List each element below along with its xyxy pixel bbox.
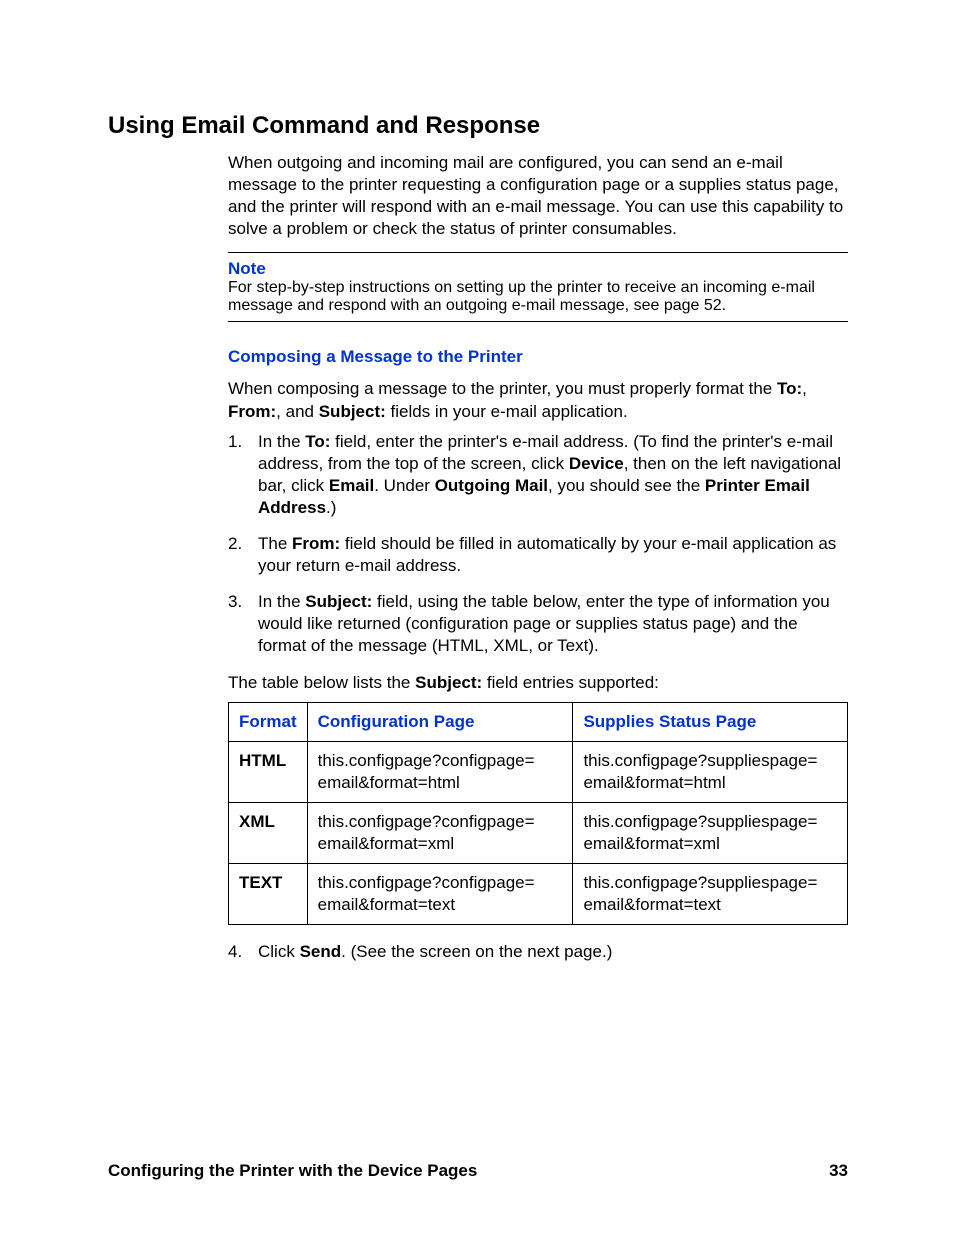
footer-title: Configuring the Printer with the Device … — [108, 1161, 477, 1180]
send-button-label: Send — [300, 942, 342, 961]
to-field: To: — [777, 379, 802, 398]
text: When composing a message to the printer,… — [228, 379, 777, 398]
body-indent: When outgoing and incoming mail are conf… — [228, 152, 848, 963]
text: . Under — [374, 476, 434, 495]
note-text: For step-by-step instructions on setting… — [228, 279, 815, 314]
step-3: In the Subject: field, using the table b… — [228, 591, 848, 657]
text: field entries supported: — [482, 673, 659, 692]
cell-config: this.configpage?​configpage=​email&​form… — [307, 741, 573, 802]
note-label: Note — [228, 259, 848, 279]
subject-table: Format Configuration Page Supplies Statu… — [228, 702, 848, 926]
from-field: From: — [228, 402, 276, 421]
text: Click — [258, 942, 300, 961]
cell-format: HTML — [229, 741, 308, 802]
text: In the — [258, 592, 305, 611]
page-number: 33 — [829, 1161, 848, 1181]
steps-list-cont: Click Send. (See the screen on the next … — [228, 941, 848, 963]
text: , — [802, 379, 807, 398]
content: Using Email Command and Response When ou… — [108, 112, 848, 977]
cell-format: TEXT — [229, 864, 308, 925]
page: Using Email Command and Response When ou… — [0, 0, 954, 1235]
text: .) — [326, 498, 336, 517]
step-4: Click Send. (See the screen on the next … — [228, 941, 848, 963]
table-header-row: Format Configuration Page Supplies Statu… — [229, 702, 848, 741]
cell-supplies: this.configpage?​suppliespage=​email&​fo… — [573, 802, 848, 863]
table-caption: The table below lists the Subject: field… — [228, 672, 848, 694]
col-format: Format — [229, 702, 308, 741]
from-field: From: — [292, 534, 340, 553]
text: , you should see the — [548, 476, 705, 495]
step-1: In the To: field, enter the printer's e-… — [228, 431, 848, 519]
page-footer: Configuring the Printer with the Device … — [108, 1161, 848, 1181]
text: . (See the screen on the next page.) — [341, 942, 612, 961]
text: The table below lists the — [228, 673, 415, 692]
text: fields in your e-mail application. — [386, 402, 628, 421]
table-row: XML this.configpage?​configpage=​email&​… — [229, 802, 848, 863]
cell-config: this.configpage?​configpage=​email&​form… — [307, 802, 573, 863]
text: , and — [276, 402, 319, 421]
compose-intro: When composing a message to the printer,… — [228, 378, 848, 422]
subheading: Composing a Message to the Printer — [228, 346, 848, 368]
step-2: The From: field should be filled in auto… — [228, 533, 848, 577]
outgoing-mail: Outgoing Mail — [435, 476, 548, 495]
cell-supplies: this.configpage?​suppliespage=​email&​fo… — [573, 864, 848, 925]
col-config-page: Configuration Page — [307, 702, 573, 741]
subject-field: Subject: — [319, 402, 386, 421]
table-row: HTML this.configpage?​configpage=​email&… — [229, 741, 848, 802]
section-heading: Using Email Command and Response — [108, 112, 848, 140]
subject-field: Subject: — [305, 592, 372, 611]
text: field should be filled in automatically … — [258, 534, 836, 575]
steps-list: In the To: field, enter the printer's e-… — [228, 431, 848, 658]
email-link: Email — [329, 476, 374, 495]
col-supplies-page: Supplies Status Page — [573, 702, 848, 741]
cell-format: XML — [229, 802, 308, 863]
note-block: Note For step-by-step instructions on se… — [228, 252, 848, 322]
table-row: TEXT this.configpage?​configpage=​email&… — [229, 864, 848, 925]
subject-field: Subject: — [415, 673, 482, 692]
cell-supplies: this.configpage?​suppliespage=​email&​fo… — [573, 741, 848, 802]
to-field: To: — [305, 432, 330, 451]
intro-paragraph: When outgoing and incoming mail are conf… — [228, 152, 848, 240]
text: The — [258, 534, 292, 553]
device-link: Device — [569, 454, 624, 473]
cell-config: this.configpage?​configpage=​email&​form… — [307, 864, 573, 925]
text: In the — [258, 432, 305, 451]
